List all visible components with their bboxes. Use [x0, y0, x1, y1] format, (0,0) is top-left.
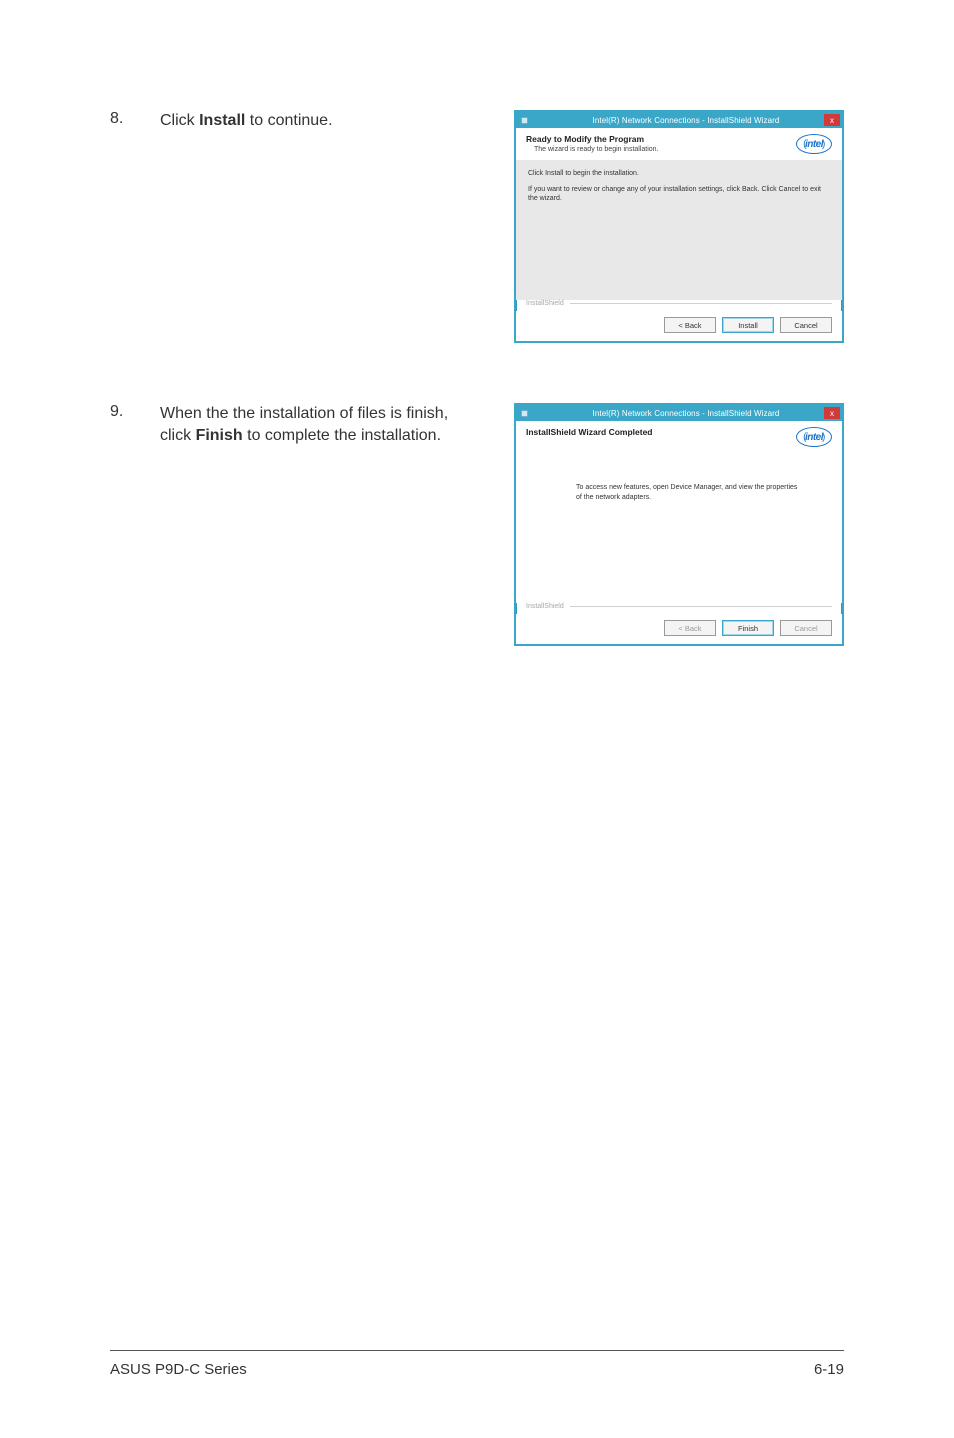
dialog-title: Intel(R) Network Connections - InstallSh…: [530, 116, 842, 125]
dialog-header: InstallShield Wizard Completed intel: [516, 421, 842, 453]
finish-button[interactable]: Finish: [722, 620, 774, 636]
brand-row: InstallShield: [516, 300, 842, 311]
cancel-button[interactable]: Cancel: [780, 317, 832, 333]
app-icon: [518, 407, 530, 419]
footer-left: ASUS P9D-C Series: [110, 1361, 247, 1378]
step-8-post: to continue.: [245, 112, 332, 129]
app-icon: [518, 114, 530, 126]
step-9-post: to complete the installation.: [243, 427, 441, 444]
close-glyph: x: [830, 116, 834, 125]
intel-logo-text: intel: [805, 432, 823, 443]
step-9-text: When the the installation of files is fi…: [160, 403, 480, 446]
screenshot-1: Intel(R) Network Connections - InstallSh…: [514, 110, 844, 343]
step-8-text: Click Install to continue.: [160, 110, 480, 132]
header-text-block: InstallShield Wizard Completed: [526, 427, 796, 437]
close-icon[interactable]: x: [824, 114, 840, 126]
install-dialog: Intel(R) Network Connections - InstallSh…: [514, 110, 844, 343]
install-button[interactable]: Install: [722, 317, 774, 333]
step-8-pre: Click: [160, 112, 199, 129]
step-8-row: 8. Click Install to continue. Intel(R) N…: [110, 110, 844, 343]
page-footer: ASUS P9D-C Series 6-19: [110, 1350, 844, 1378]
close-glyph: x: [830, 409, 834, 418]
step-8-bold: Install: [199, 112, 245, 129]
step-9-number: 9.: [110, 403, 160, 421]
header-subtitle: The wizard is ready to begin installatio…: [526, 146, 796, 153]
brand-row: InstallShield: [516, 603, 842, 614]
finish-dialog: Intel(R) Network Connections - InstallSh…: [514, 403, 844, 646]
cancel-button[interactable]: Cancel: [780, 620, 832, 636]
titlebar: Intel(R) Network Connections - InstallSh…: [516, 405, 842, 421]
divider-line: [570, 606, 832, 607]
finish-message: To access new features, open Device Mana…: [576, 483, 802, 503]
header-title: InstallShield Wizard Completed: [526, 427, 796, 437]
button-row: < Back Install Cancel: [516, 311, 842, 341]
intel-logo-icon: intel: [796, 427, 832, 447]
screenshot-2: Intel(R) Network Connections - InstallSh…: [514, 403, 844, 646]
header-title: Ready to Modify the Program: [526, 134, 796, 144]
document-page: 8. Click Install to continue. Intel(R) N…: [0, 0, 954, 1438]
step-9-row: 9. When the the installation of files is…: [110, 403, 844, 646]
body-line-2: If you want to review or change any of y…: [528, 185, 830, 203]
dialog-body: To access new features, open Device Mana…: [516, 453, 842, 603]
dialog-header: Ready to Modify the Program The wizard i…: [516, 128, 842, 160]
close-icon[interactable]: x: [824, 407, 840, 419]
back-button[interactable]: < Back: [664, 620, 716, 636]
intel-logo-text: intel: [805, 139, 823, 150]
back-button[interactable]: < Back: [664, 317, 716, 333]
intel-logo-icon: intel: [796, 134, 832, 154]
step-9-bold: Finish: [196, 427, 243, 444]
divider-line: [570, 303, 832, 304]
button-row: < Back Finish Cancel: [516, 614, 842, 644]
header-text-block: Ready to Modify the Program The wizard i…: [526, 134, 796, 153]
dialog-title: Intel(R) Network Connections - InstallSh…: [530, 409, 842, 418]
titlebar: Intel(R) Network Connections - InstallSh…: [516, 112, 842, 128]
step-8-number: 8.: [110, 110, 160, 128]
body-line-1: Click Install to begin the installation.: [528, 170, 830, 177]
brand-label: InstallShield: [526, 300, 564, 307]
dialog-body: Click Install to begin the installation.…: [516, 160, 842, 300]
brand-label: InstallShield: [526, 603, 564, 610]
footer-right: 6-19: [814, 1361, 844, 1378]
